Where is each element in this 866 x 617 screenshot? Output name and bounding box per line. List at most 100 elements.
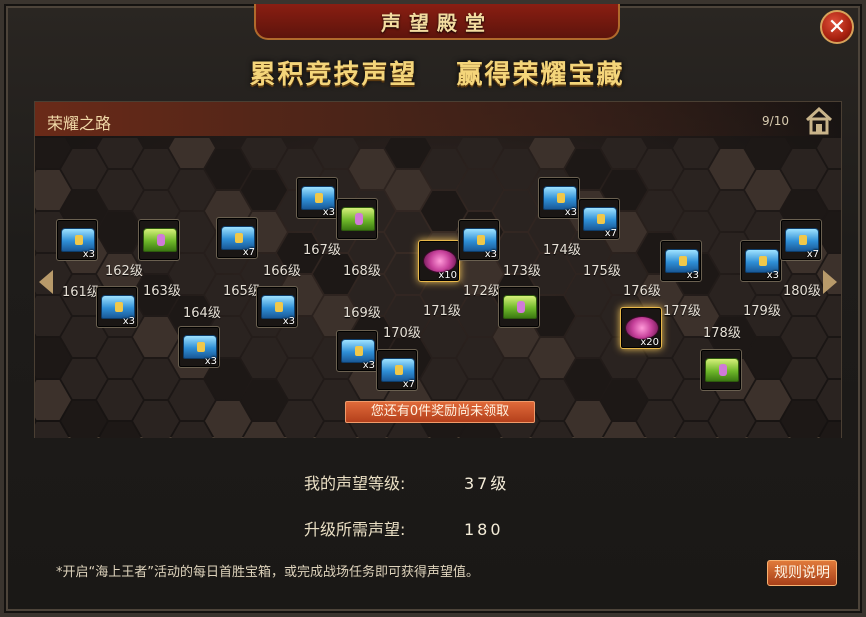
prev-page-arrow[interactable]	[39, 270, 53, 294]
reward-item[interactable]: x3	[660, 240, 702, 282]
hex-cell	[673, 138, 719, 168]
reward-quantity: x3	[122, 316, 135, 327]
reward-item[interactable]: x7	[376, 349, 418, 391]
reward-item[interactable]	[700, 349, 742, 391]
hex-cell	[781, 149, 827, 189]
level-label: 175级	[583, 264, 621, 279]
rules-button[interactable]: 规则说明	[767, 560, 837, 586]
hex-cell	[61, 401, 107, 438]
reward-item[interactable]: x3	[538, 177, 580, 219]
level-label: 169级	[343, 306, 381, 321]
hex-cell	[637, 149, 683, 189]
reward-item[interactable]	[498, 286, 540, 328]
hex-cell	[133, 359, 179, 399]
panel-header: 荣耀之路 9/10	[35, 102, 841, 136]
level-label: 170级	[383, 326, 421, 341]
hex-cell	[277, 401, 323, 438]
hex-cell	[313, 138, 359, 168]
home-icon[interactable]	[803, 106, 835, 136]
reputation-level-value: 37级	[464, 474, 510, 493]
reward-item[interactable]: x7	[780, 219, 822, 261]
reward-quantity: x3	[204, 356, 217, 367]
reward-quantity: x3	[362, 360, 375, 371]
reward-item[interactable]: x3	[96, 286, 138, 328]
reputation-level-row: 我的声望等级: 37级	[304, 470, 509, 494]
hex-cell	[565, 401, 611, 438]
reward-item[interactable]: x3	[296, 177, 338, 219]
reward-item[interactable]	[336, 198, 378, 240]
reward-quantity: x20	[640, 337, 659, 348]
info-note: *开启“海上王者”活动的每日首胜宝箱，或完成战场任务即可获得声望值。	[56, 565, 479, 580]
reward-quantity: x3	[282, 316, 295, 327]
hex-cell	[565, 317, 611, 357]
level-label: 172级	[463, 284, 501, 299]
level-label: 179级	[743, 304, 781, 319]
hex-cell	[565, 359, 611, 399]
glory-road-panel: 荣耀之路 9/10 161级 x3 162级 x3 163级 164级 x3 165级 x7 16…	[34, 101, 842, 438]
hex-cell	[781, 317, 827, 357]
hex-cell	[493, 149, 539, 189]
reward-item[interactable]: x20	[620, 307, 662, 349]
reward-quantity: x10	[438, 270, 457, 281]
level-label: 180级	[783, 284, 821, 299]
level-label: 168级	[343, 264, 381, 279]
reward-quantity: x3	[82, 249, 95, 260]
hex-cell	[97, 212, 143, 252]
unclaimed-rewards-button[interactable]: 您还有0件奖励尚未领取	[345, 401, 535, 423]
reward-item[interactable]	[138, 219, 180, 261]
hex-cell	[637, 191, 683, 231]
treasure-chest-icon	[341, 207, 375, 231]
reward-item[interactable]: x3	[56, 219, 98, 261]
hex-cell	[637, 401, 683, 438]
hex-cell	[457, 338, 503, 378]
required-reputation-row: 升级所需声望: 180	[304, 516, 504, 540]
hex-cell	[529, 138, 575, 168]
reward-item[interactable]: x3	[256, 286, 298, 328]
level-label: 174级	[543, 243, 581, 258]
hex-cell	[421, 149, 467, 189]
hex-cell	[97, 380, 143, 420]
hex-cell	[97, 138, 143, 168]
hex-cell	[457, 296, 503, 336]
hex-cell	[745, 338, 791, 378]
headline-left: 累积竞技声望	[249, 60, 418, 90]
level-label: 167级	[303, 243, 341, 258]
treasure-chest-icon	[503, 295, 537, 319]
hex-cell	[745, 170, 791, 210]
hex-cell	[241, 138, 287, 168]
reward-item[interactable]: x10	[418, 240, 460, 282]
headline: 累积竞技声望 赢得荣耀宝藏	[4, 54, 862, 91]
hex-cell	[565, 275, 611, 315]
window-title: 声望殿堂	[381, 10, 493, 35]
hex-cell	[169, 138, 215, 168]
reward-quantity: x3	[484, 249, 497, 260]
reward-quantity: x3	[686, 270, 699, 281]
level-label: 171级	[423, 304, 461, 319]
reward-quantity: x3	[322, 207, 335, 218]
reward-item[interactable]: x7	[216, 217, 258, 259]
reward-item[interactable]: x3	[336, 330, 378, 372]
hex-cell	[781, 401, 827, 438]
hex-cell	[709, 191, 755, 231]
level-label: 177级	[663, 304, 701, 319]
level-label: 161级	[62, 285, 100, 300]
next-page-arrow[interactable]	[823, 270, 837, 294]
reward-item[interactable]: x3	[740, 240, 782, 282]
close-button[interactable]: ✕	[820, 10, 854, 44]
hex-cell	[133, 401, 179, 438]
reward-item[interactable]: x3	[178, 326, 220, 368]
reward-item[interactable]: x7	[578, 198, 620, 240]
reward-quantity: x3	[564, 207, 577, 218]
hex-cell	[781, 359, 827, 399]
hex-cell	[421, 359, 467, 399]
reward-item[interactable]: x3	[458, 219, 500, 261]
hex-cell	[97, 170, 143, 210]
hex-cell	[457, 170, 503, 210]
hex-cell	[133, 317, 179, 357]
reward-quantity: x3	[766, 270, 779, 281]
hex-cell	[529, 338, 575, 378]
hex-cell	[169, 170, 215, 210]
level-label: 176级	[623, 284, 661, 299]
hex-cell	[277, 359, 323, 399]
hex-cell	[745, 380, 791, 420]
